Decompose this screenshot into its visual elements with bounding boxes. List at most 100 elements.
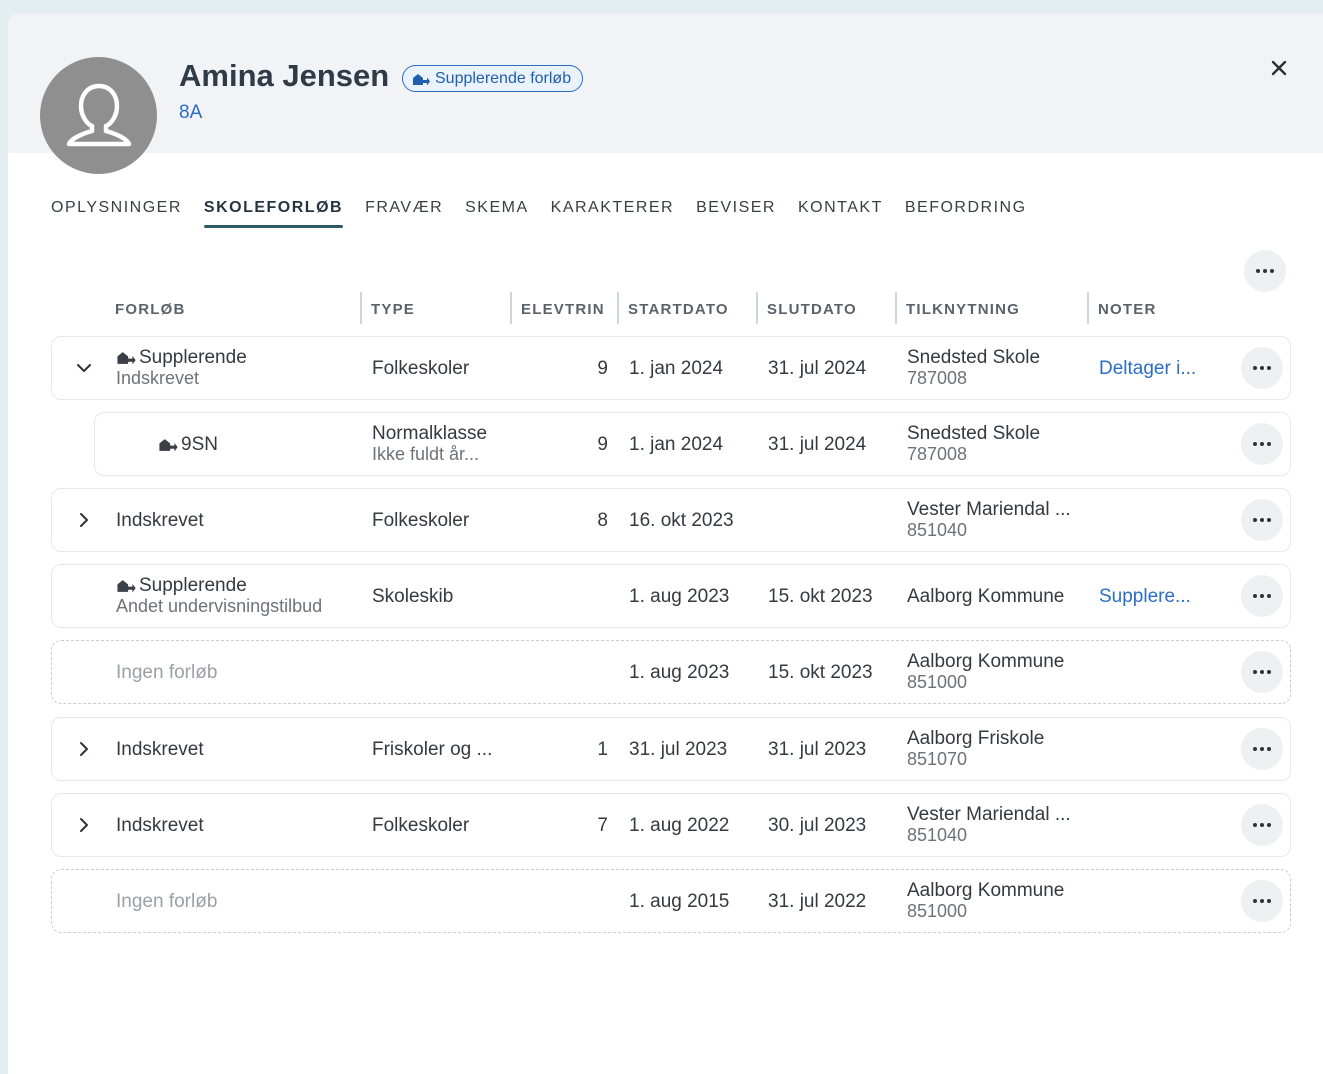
more-dot [1267,366,1271,370]
row-more-button[interactable] [1241,880,1283,922]
cell-type: Folkeskoler [372,509,470,531]
more-horizontal-icon [1253,442,1257,446]
tilknytning-code: 787008 [907,444,968,464]
tilknytning-name: Snedsted Skole [907,423,1041,444]
cell-type: Normalklasse Ikke fuldt år... [372,413,487,475]
cell-elevtrin: 9 [597,433,608,455]
close-button[interactable] [1265,54,1293,82]
row-more-button[interactable] [1241,423,1283,465]
type-label: Normalklasse [372,423,488,444]
table-more-button[interactable] [1244,250,1286,292]
supplerende-badge: Supplerende forløb [402,65,584,92]
forlob-label: Supplerende [139,575,247,596]
cell-slutdato: 15. okt 2023 [768,661,873,683]
cell-elevtrin: 1 [597,738,608,760]
tab-befordring[interactable]: BEFORDRING [894,198,1038,228]
cell-tilknytning: Aalborg Kommune [907,585,1065,607]
column-header-noter[interactable]: NOTER [1087,292,1157,324]
more-dot [1260,442,1264,446]
expand-toggle[interactable] [72,794,96,856]
table-row[interactable]: Indskrevet Friskoler og ... 1 31. jul 20… [51,717,1291,781]
type-sub: Ikke fuldt år... [372,444,480,464]
tilknytning-name: Snedsted Skole [907,347,1041,368]
cell-elevtrin: 7 [597,814,608,836]
column-header-type[interactable]: TYPE [360,292,415,324]
more-dot [1267,670,1271,674]
more-dot [1260,366,1264,370]
column-header-startdato[interactable]: STARTDATO [617,292,729,324]
cell-tilknytning: Snedsted Skole 787008 [907,337,1040,399]
cell-elevtrin: 9 [597,357,608,379]
column-header-elevtrin[interactable]: ELEVTRIN [510,292,605,324]
cell-noter-link[interactable]: Supplere... [1099,565,1191,627]
expand-toggle[interactable] [72,337,96,399]
row-more-button[interactable] [1241,728,1283,770]
chevron-right-icon [80,742,88,756]
tab-skema[interactable]: SKEMA [454,198,540,228]
cell-startdato: 1. aug 2015 [629,890,730,912]
tab-beviser[interactable]: BEVISER [685,198,787,228]
more-horizontal-icon [1253,518,1257,522]
cell-forlob: Indskrevet [116,509,204,531]
cell-tilknytning: Vester Mariendal ... 851040 [907,794,1071,856]
cell-noter-link[interactable]: Deltager i... [1099,337,1196,399]
expand-toggle[interactable] [72,489,96,551]
cell-tilknytning: Vester Mariendal ... 851040 [907,489,1071,551]
forlob-label: Supplerende [139,347,247,368]
cell-forlob: Supplerende Indskrevet [116,337,247,399]
column-header-forlob[interactable]: FORLØB [115,294,186,324]
row-more-button[interactable] [1241,804,1283,846]
more-horizontal-icon [1253,594,1257,598]
person-icon [66,83,131,146]
table-row[interactable]: Indskrevet Folkeskoler 7 1. aug 2022 30.… [51,793,1291,857]
forlob-sub: Andet undervisningstilbud [116,596,323,616]
more-horizontal-icon [1253,823,1257,827]
more-horizontal-icon [1253,747,1257,751]
cell-forlob: Indskrevet [116,814,204,836]
row-more-button[interactable] [1241,347,1283,389]
row-more-button[interactable] [1241,575,1283,617]
more-dot [1267,594,1271,598]
cell-tilknytning: Aalborg Kommune 851000 [907,870,1064,932]
chevron-right-icon [80,513,88,527]
forlob-line: Supplerende [116,347,247,368]
tilknytning-code: 851040 [907,825,968,845]
student-modal: Amina Jensen Supplerende forløb 8A OPLYS… [8,14,1323,1074]
row-more-button[interactable] [1241,499,1283,541]
expand-toggle[interactable] [72,718,96,780]
table-row[interactable]: Indskrevet Folkeskoler 8 16. okt 2023 Ve… [51,488,1291,552]
cell-type: Folkeskoler [372,814,470,836]
table-row[interactable]: Supplerende Indskrevet Folkeskoler 9 1. … [51,336,1291,400]
more-horizontal-icon [1256,269,1260,273]
tilknytning-name: Aalborg Friskole [907,728,1045,749]
tilknytning-code: 851040 [907,520,968,540]
tab-oplysninger[interactable]: OPLYSNINGER [51,198,193,228]
column-header-tilknytning[interactable]: TILKNYTNING [894,292,1020,324]
tilknytning-name: Aalborg Kommune [907,651,1065,672]
more-dot [1267,823,1271,827]
cell-tilknytning: Aalborg Kommune 851000 [907,641,1064,703]
more-dot [1267,747,1271,751]
more-dot [1260,670,1264,674]
table-row[interactable]: Supplerende Andet undervisningstilbud Sk… [51,564,1291,628]
tab-kontakt[interactable]: KONTAKT [787,198,894,228]
cell-forlob: Indskrevet [116,738,204,760]
student-class-link[interactable]: 8A [179,102,202,124]
tilknytning-name: Aalborg Kommune [907,880,1065,901]
tab-fravaer[interactable]: FRAVÆR [354,198,454,228]
more-dot [1260,594,1264,598]
table-row-child[interactable]: 9SN Normalklasse Ikke fuldt år... 9 1. j… [94,412,1291,476]
table-header: FORLØB TYPE ELEVTRIN STARTDATO SLUTDATO … [51,292,1291,324]
tab-skoleforlob[interactable]: SKOLEFORLØB [193,198,354,228]
row-more-button[interactable] [1241,651,1283,693]
close-icon [1271,60,1287,76]
table-row-empty[interactable]: Ingen forløb 1. aug 2023 15. okt 2023 Aa… [51,640,1291,704]
cell-slutdato: 31. jul 2024 [768,357,867,379]
cell-type: Folkeskoler [372,357,470,379]
tilknytning-code: 851000 [907,672,968,692]
tab-karakterer[interactable]: KARAKTERER [540,198,685,228]
forlob-label: 9SN [181,433,218,455]
column-header-slutdato[interactable]: SLUTDATO [756,292,857,324]
cell-startdato: 1. aug 2022 [629,814,730,836]
table-row-empty[interactable]: Ingen forløb 1. aug 2015 31. jul 2022 Aa… [51,869,1291,933]
